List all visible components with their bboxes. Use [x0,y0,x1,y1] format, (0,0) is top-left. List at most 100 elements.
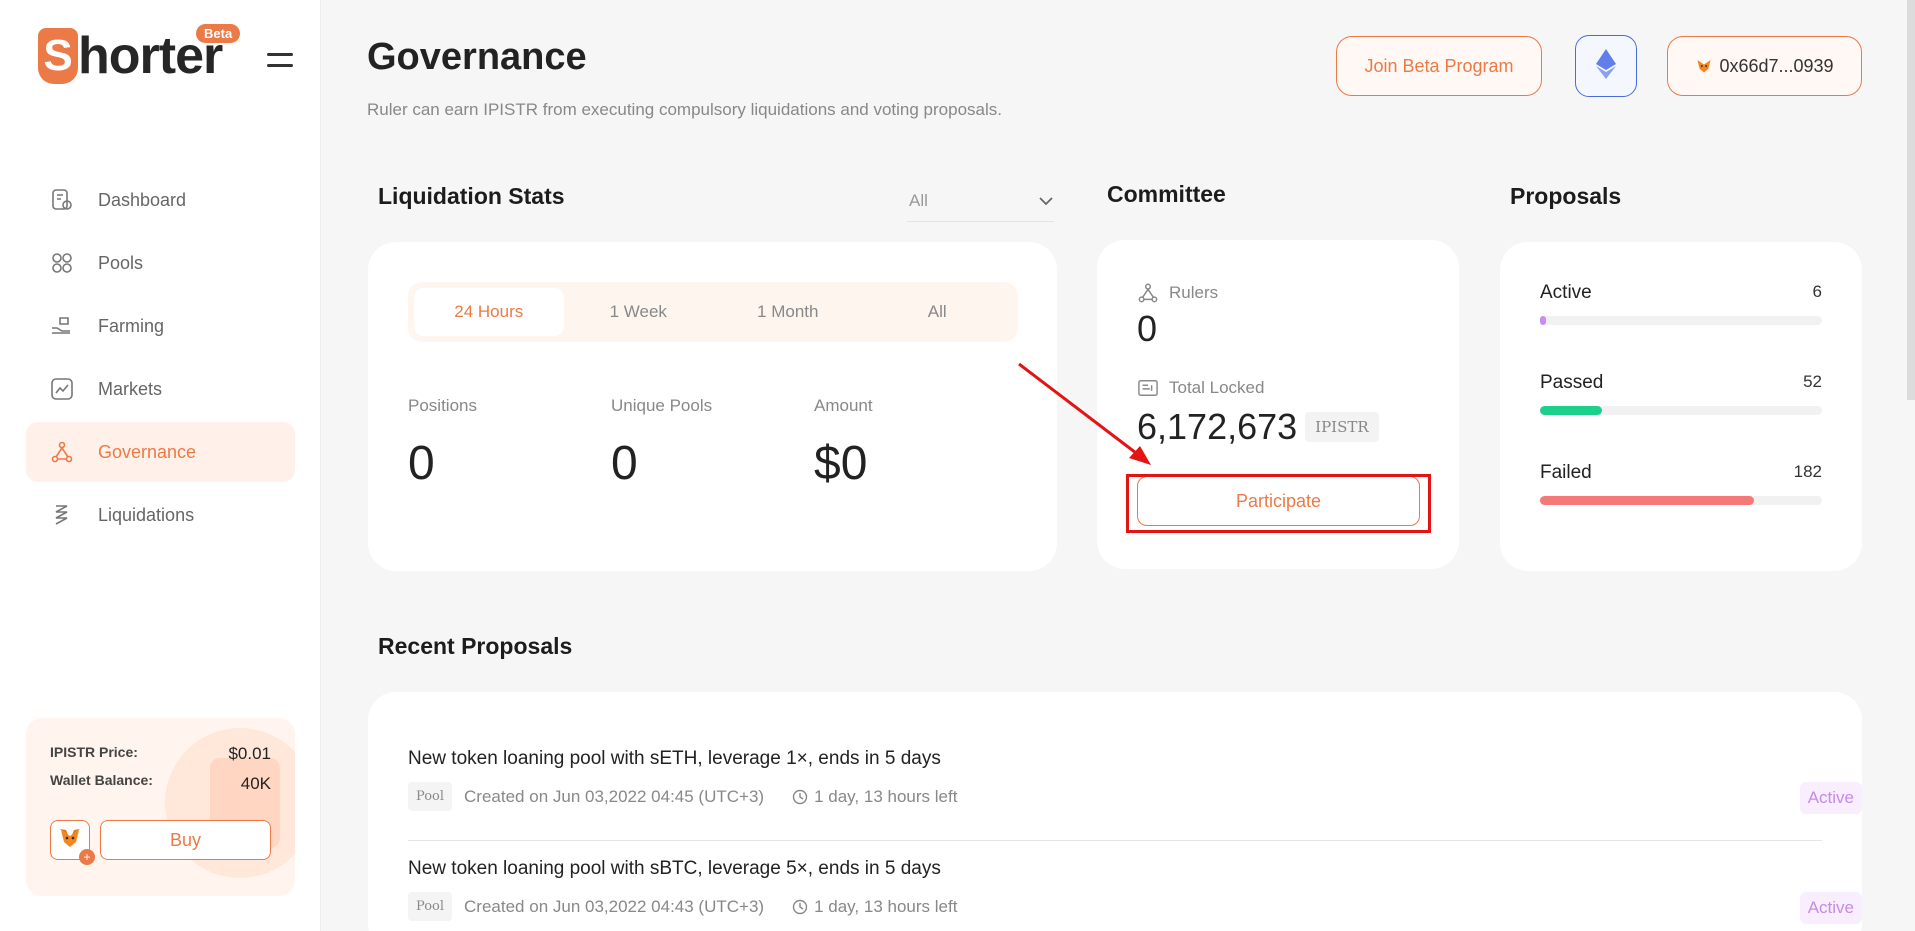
wallet-address-label: 0x66d7...0939 [1719,55,1834,76]
page-title: Governance [367,36,587,78]
liquidation-filter-select[interactable]: All [907,180,1054,222]
proposal-stat-label: Failed [1540,462,1592,483]
proposal-stat-count: 6 [1812,282,1822,301]
balance-label: Wallet Balance: [50,772,153,788]
rulers-icon [1137,282,1159,304]
period-tabs: 24 Hours 1 Week 1 Month All [408,282,1018,342]
proposal-stat-count: 52 [1803,372,1822,391]
stat-value: 0 [611,437,638,490]
shorter-logo[interactable]: S horter Beta [38,24,241,84]
liquidation-stats-title: Liquidation Stats [378,183,565,209]
sidebar-item-label: Dashboard [98,189,187,210]
page-subtitle: Ruler can earn IPISTR from executing com… [367,100,1002,119]
price-card: IPISTR Price: $0.01 Wallet Balance: 40K … [26,718,295,896]
proposals-title: Proposals [1510,183,1622,209]
time-left-text: 1 day, 13 hours left [814,896,958,916]
proposal-progress-bar [1540,406,1822,415]
menu-toggle-icon[interactable] [267,53,293,69]
proposal-stat-passed[interactable]: Passed 52 [1540,372,1822,415]
buy-button[interactable]: Buy [100,820,271,860]
metamask-add-button[interactable]: + [50,820,95,865]
sidebar-item-label: Liquidations [98,504,195,525]
stat-value: $0 [814,437,868,490]
rulers-label: Rulers [1169,283,1219,302]
price-value: $0.01 [228,744,271,763]
proposal-progress-bar [1540,316,1822,325]
sidebar-item-label: Markets [98,378,163,399]
liquidations-icon [50,503,74,527]
total-locked-value: 6,172,673 [1137,406,1298,447]
proposal-meta: Pool Created on Jun 03,2022 04:43 (UTC+3… [408,892,1862,921]
stat-label: Unique Pools [611,396,713,415]
markets-icon [50,377,74,401]
time-left: 1 day, 13 hours left [792,787,957,807]
stat-positions: Positions 0 [408,396,477,491]
wallet-address-button[interactable]: 0x66d7...0939 [1667,36,1862,96]
dashboard-icon [50,188,74,212]
stat-value: 0 [408,437,435,490]
pools-icon [50,251,74,275]
total-locked-label-row: Total Locked [1137,378,1264,398]
list-item[interactable]: New token loaning pool with sETH, levera… [408,748,1862,814]
lock-card-icon [1137,378,1159,398]
rulers-label-row: Rulers [1137,282,1218,304]
price-label: IPISTR Price: [50,744,138,760]
proposal-stat-count: 182 [1793,462,1822,481]
proposal-stat-label: Passed [1540,372,1604,393]
sidebar-item-liquidations[interactable]: Liquidations [26,485,295,545]
list-item[interactable]: New token loaning pool with sBTC, levera… [408,858,1862,924]
balance-value: 40K [240,774,271,793]
scrollbar[interactable] [1907,0,1915,400]
sidebar-item-dashboard[interactable]: Dashboard [26,170,295,230]
proposal-meta: Pool Created on Jun 03,2022 04:45 (UTC+3… [408,782,1862,811]
sidebar: S horter Beta Dashboard Pools Farming Ma… [0,0,321,931]
stat-label: Positions [408,396,477,415]
metamask-fox-icon [58,827,82,854]
beta-badge: Beta [196,24,241,43]
join-beta-button[interactable]: Join Beta Program [1336,36,1542,96]
proposal-stat-failed[interactable]: Failed 182 [1540,462,1822,505]
proposal-title: New token loaning pool with sBTC, levera… [408,858,941,879]
created-date: Created on Jun 03,2022 04:43 (UTC+3) [464,896,765,916]
stat-label: Amount [814,396,873,415]
time-left: 1 day, 13 hours left [792,897,957,917]
divider [408,840,1822,841]
proposal-progress-fill [1540,496,1755,505]
proposal-stat-active[interactable]: Active 6 [1540,282,1822,325]
proposals-card: Active 6 Passed 52 Failed 182 [1500,242,1862,571]
pool-tag: Pool [408,892,453,921]
stat-unique-pools: Unique Pools 0 [611,396,712,491]
created-date: Created on Jun 03,2022 04:45 (UTC+3) [464,786,765,806]
tab-24-hours[interactable]: 24 Hours [414,288,564,336]
status-badge: Active [1799,782,1862,814]
highlight-box [1126,474,1431,533]
liquidation-stats-card: 24 Hours 1 Week 1 Month All Positions 0 … [368,242,1057,571]
clock-icon [792,899,808,914]
committee-title: Committee [1107,181,1226,207]
ethereum-icon [1596,48,1616,84]
unit-badge: IPISTR [1305,412,1379,442]
pool-tag: Pool [408,782,453,811]
recent-proposals-card: New token loaning pool with sETH, levera… [368,692,1862,931]
network-switch-button[interactable] [1575,35,1637,97]
plus-icon: + [79,849,95,865]
sidebar-item-markets[interactable]: Markets [26,359,295,419]
sidebar-item-governance[interactable]: Governance [26,422,295,482]
sidebar-item-pools[interactable]: Pools [26,233,295,293]
total-locked-label: Total Locked [1169,378,1265,397]
time-left-text: 1 day, 13 hours left [814,786,958,806]
proposal-stat-label: Active [1540,282,1592,303]
governance-icon [50,440,74,464]
tab-all[interactable]: All [863,288,1013,336]
metamask-fox-icon [1695,58,1713,74]
filter-value: All [909,190,928,210]
proposal-progress-bar [1540,496,1822,505]
proposal-progress-fill [1540,316,1546,325]
sidebar-item-farming[interactable]: Farming [26,296,295,356]
proposal-title: New token loaning pool with sETH, levera… [408,748,941,769]
tab-1-month[interactable]: 1 Month [713,288,863,336]
chevron-down-icon [1038,191,1054,211]
tab-1-week[interactable]: 1 Week [564,288,714,336]
sidebar-item-label: Farming [98,315,165,336]
farming-icon [50,314,74,338]
